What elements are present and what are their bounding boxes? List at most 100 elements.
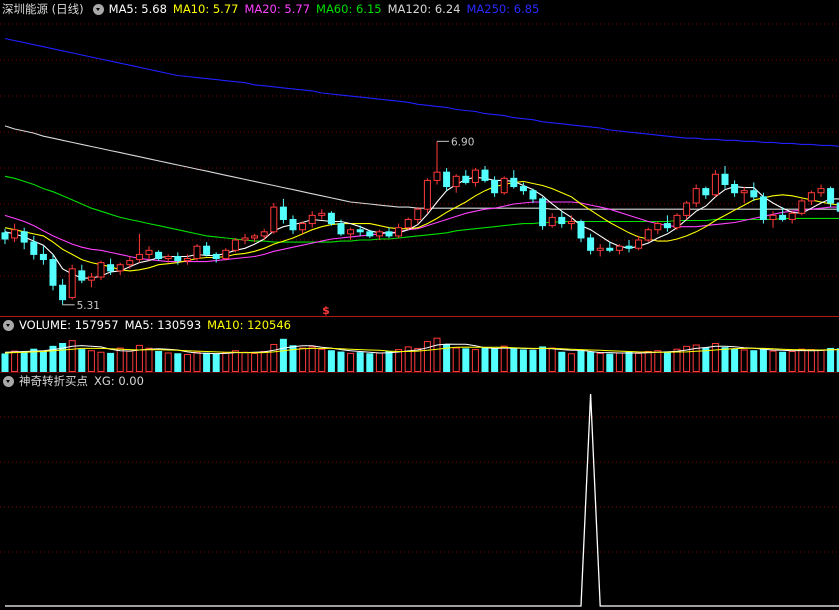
legend-label: MA120: <box>387 2 432 16</box>
volume-panel[interactable]: VOLUME: 157957 MA5: 130593 MA10: 120546 <box>0 316 839 372</box>
candle-body <box>116 264 124 272</box>
candle-body <box>404 218 412 229</box>
legend-label: VOLUME: <box>19 318 72 332</box>
candle-body <box>231 239 239 251</box>
legend-ma120: MA120: 6.24 <box>388 2 461 16</box>
volume-bar <box>87 350 95 372</box>
volume-bar <box>731 348 739 372</box>
ma250-line <box>4 37 839 147</box>
volume-bar <box>126 350 134 372</box>
indicator-title: 神奇转折买点 <box>19 374 88 388</box>
candle-body <box>318 212 326 216</box>
legend-value: 6.85 <box>513 2 540 16</box>
volume-bar <box>366 353 374 372</box>
legend-label: XG: <box>94 374 115 388</box>
volume-bar <box>375 352 383 372</box>
candle-body <box>183 258 191 262</box>
candle-body <box>519 186 527 192</box>
candle-body <box>615 245 623 251</box>
volume-bar <box>558 351 566 372</box>
indicator-panel[interactable]: 神奇转折买点 XG: 0.00 <box>0 372 839 610</box>
volume-bar <box>635 352 643 372</box>
volume-bar <box>39 351 47 372</box>
volume-bar <box>529 349 537 372</box>
dollar-arrow-icon: $ <box>322 304 330 316</box>
candle-body <box>107 264 115 272</box>
volume-bar <box>97 351 105 372</box>
volume-bar <box>788 350 796 372</box>
legend-value: 120546 <box>247 318 291 332</box>
ma120-line <box>4 125 839 210</box>
legend-ma60: MA60: 6.15 <box>316 2 382 16</box>
candle-body <box>39 253 47 261</box>
candle-body <box>395 227 403 237</box>
candle-body <box>750 190 758 198</box>
legend-label: MA10: <box>207 318 244 332</box>
chevron-down-circle-icon[interactable] <box>3 319 14 331</box>
candle-body <box>375 231 383 237</box>
candle-body <box>798 200 806 214</box>
legend-value: 130593 <box>157 318 202 332</box>
volume-bar <box>644 350 652 372</box>
candle-body <box>471 169 479 183</box>
volume-bar <box>231 350 239 372</box>
chevron-down-circle-icon[interactable] <box>3 375 14 387</box>
candle-body <box>702 188 710 196</box>
candle-body <box>606 247 614 251</box>
volume-bar <box>596 352 604 372</box>
candle-body <box>135 253 143 261</box>
indicator-chart[interactable] <box>0 372 839 610</box>
candle-body <box>145 249 153 255</box>
volume-bar <box>203 352 211 372</box>
candle-body <box>817 188 825 194</box>
volume-bar <box>548 347 556 372</box>
volume-bar <box>164 352 172 372</box>
indicator-header: 神奇转折买点 XG: 0.00 <box>0 372 150 390</box>
candle-body <box>347 229 355 235</box>
volume-bar <box>241 351 249 372</box>
candle-body <box>731 184 739 194</box>
price-header: 深圳能源 (日线) MA5: 5.68 MA10: 5.77 MA20: 5.7… <box>0 0 545 18</box>
volume-bar <box>68 340 76 372</box>
legend-vol-ma5: MA5: 130593 <box>125 318 202 332</box>
ma20-line <box>4 201 839 263</box>
candle-body <box>510 177 518 188</box>
volume-bar <box>385 350 393 372</box>
volume-bar <box>183 354 191 372</box>
volume-bar <box>327 350 335 372</box>
candle-body <box>174 255 182 262</box>
candle-body <box>663 223 671 229</box>
candle-body <box>270 206 278 233</box>
price-panel[interactable]: 6.90 5.31 $ 深圳能源 (日线) MA5: 5.68 MA10: 5.77… <box>0 0 839 316</box>
legend-value: 5.68 <box>141 2 167 16</box>
legend-label: MA10: <box>172 2 210 16</box>
candle-body <box>203 245 211 255</box>
volume-bar <box>212 353 220 372</box>
legend-ma20: MA20: 5.77 <box>244 2 310 16</box>
candle-body <box>711 173 719 196</box>
volume-bar <box>577 350 585 372</box>
chevron-down-circle-icon[interactable] <box>92 3 104 15</box>
volume-bar <box>740 349 748 372</box>
candle-body <box>164 255 172 260</box>
legend-label: MA20: <box>244 2 281 16</box>
candle-body <box>721 173 729 186</box>
candle-body <box>644 229 652 241</box>
volume-bar <box>519 349 527 372</box>
legend-value: 5.77 <box>212 2 239 16</box>
candle-body <box>251 235 259 239</box>
candle-body <box>740 190 748 194</box>
candle-body <box>49 259 57 286</box>
legend-vol-ma10: MA10: 120546 <box>207 318 291 332</box>
candlestick-chart[interactable]: 6.90 5.31 $ <box>0 0 839 316</box>
volume-bar <box>11 350 19 372</box>
volume-bar <box>116 347 124 372</box>
volume-bar <box>567 353 575 372</box>
candle-body <box>193 245 201 260</box>
volume-bar <box>827 347 835 372</box>
volume-bar <box>817 349 825 372</box>
candle-body <box>462 175 470 183</box>
volume-bar <box>20 352 28 372</box>
candle-body <box>11 229 19 239</box>
volume-bar <box>145 347 153 372</box>
